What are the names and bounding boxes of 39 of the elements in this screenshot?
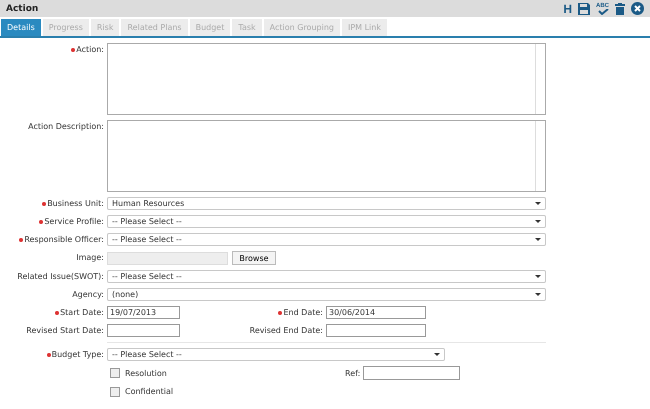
close-icon[interactable] xyxy=(631,2,644,15)
date-field[interactable]: 19/07/2013 xyxy=(107,306,180,319)
dropdown[interactable]: -- Please Select -- xyxy=(107,233,546,246)
field-label: Business Unit: xyxy=(47,199,104,208)
save-icon[interactable] xyxy=(578,2,590,14)
field-label: Image: xyxy=(76,253,104,262)
heading-button[interactable]: H xyxy=(563,2,572,16)
checkbox-label: Confidential xyxy=(125,387,174,396)
field-label: Service Profile: xyxy=(44,217,104,226)
field-label: Budget Type: xyxy=(52,350,104,359)
checkbox-label: Resolution xyxy=(125,368,167,378)
dropdown[interactable]: (none) xyxy=(107,288,546,301)
date-field[interactable]: 30/06/2014 xyxy=(326,306,426,319)
trash-icon[interactable] xyxy=(615,2,625,14)
checkbox[interactable] xyxy=(110,368,120,378)
date-field[interactable] xyxy=(326,324,426,337)
field-label: Revised End Date: xyxy=(250,326,323,335)
field-label: Revised Start Date: xyxy=(26,326,104,335)
date-field[interactable] xyxy=(107,324,180,337)
field-label: End Date: xyxy=(283,308,323,317)
dropdown[interactable]: -- Please Select -- xyxy=(107,348,445,361)
ref-field[interactable] xyxy=(363,366,460,380)
field-label: Agency: xyxy=(72,290,104,299)
checkbox[interactable] xyxy=(110,386,120,396)
dropdown[interactable]: -- Please Select -- xyxy=(107,215,546,228)
field-label: Start Date: xyxy=(60,308,104,317)
browse-button[interactable]: Browse xyxy=(232,251,276,265)
field-label: Ref: xyxy=(345,368,360,378)
tab[interactable]: Details xyxy=(1,19,41,36)
window-title: Action xyxy=(6,4,40,14)
field-label: Action: xyxy=(76,45,104,54)
field-label: Action Description: xyxy=(28,122,104,131)
field-label: Related Issue(SWOT): xyxy=(17,272,104,281)
text-area[interactable] xyxy=(107,120,546,192)
dropdown[interactable]: Human Resources xyxy=(107,197,546,210)
field-label: Responsible Officer: xyxy=(24,235,104,244)
text-area[interactable] xyxy=(107,43,546,115)
dropdown[interactable]: -- Please Select -- xyxy=(107,270,546,283)
file-field[interactable] xyxy=(107,252,228,264)
